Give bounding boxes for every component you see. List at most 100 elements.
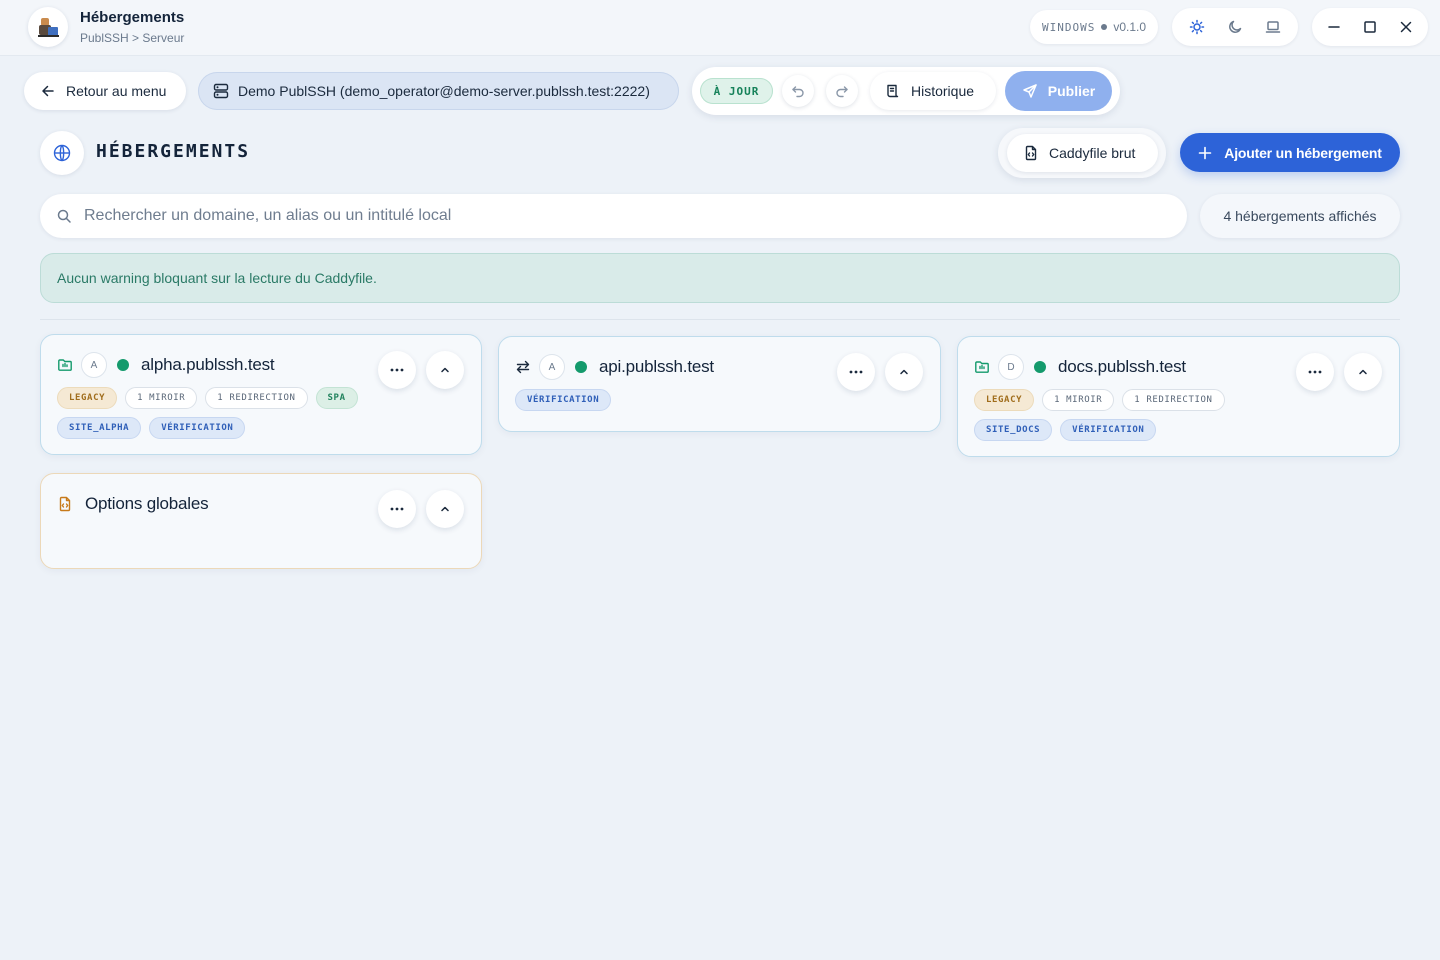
maximize-icon [1364,21,1376,33]
global-options-card[interactable]: Options globales [40,473,482,569]
redo-button[interactable] [826,75,858,107]
card-domain: api.publssh.test [599,357,714,376]
card-more-button[interactable] [378,490,416,528]
tag-redirect-count: 1 REDIRECTION [1122,389,1225,411]
minimize-icon [1328,26,1340,28]
card-header: A api.publssh.test [515,353,714,381]
theme-switcher [1172,8,1298,46]
publish-button[interactable]: Publier [1005,71,1112,111]
tag-verification: VÉRIFICATION [149,417,246,439]
record-type-badge: A [539,354,565,380]
sync-status-badge: À JOUR [700,78,773,104]
more-icon [390,507,404,511]
folder-site-icon [58,359,72,371]
record-type-badge: A [81,352,107,378]
version-label: v0.1.0 [1113,20,1147,34]
card-collapse-button[interactable] [885,353,923,391]
search-icon [57,209,71,223]
window-controls [1312,8,1428,46]
dark-theme-button[interactable] [1220,12,1250,42]
card-tags: VÉRIFICATION [515,389,612,411]
send-icon [1023,84,1037,98]
card-header: D docs.publssh.test [974,353,1186,381]
tag-legacy: LEGACY [57,387,118,409]
card-more-button[interactable] [1296,353,1334,391]
back-to-menu-button[interactable]: Retour au menu [24,72,186,110]
card-collapse-button[interactable] [1344,353,1382,391]
parse-status-banner: Aucun warning bloquant sur la lecture du… [40,253,1400,303]
close-icon [1400,21,1412,33]
card-title: Options globales [85,494,209,513]
history-label: Historique [911,83,975,99]
sun-icon [1189,19,1205,35]
minimize-button[interactable] [1319,12,1349,42]
card-header: Options globales [57,490,209,518]
tag-verification: VÉRIFICATION [515,389,612,411]
raw-caddyfile-button[interactable]: Caddyfile brut [1007,134,1158,172]
server-selector[interactable]: Demo PublSSH (demo_operator@demo-server.… [198,72,679,110]
record-type-badge: D [998,354,1024,380]
app-logo-icon [38,18,59,37]
card-tags: SITE_DOCS VÉRIFICATION [974,419,1157,441]
plus-icon [1198,146,1212,159]
online-status-dot [117,359,129,371]
moon-icon [1229,20,1242,33]
card-more-button[interactable] [837,353,875,391]
app-logo [28,7,68,47]
separator-dot [1101,24,1108,30]
file-code-icon [1025,145,1037,161]
light-theme-button[interactable] [1182,12,1212,42]
online-status-dot [575,361,587,373]
add-hosting-label: Ajouter un hébergement [1224,144,1382,161]
breadcrumb: PublSSH > Serveur [80,31,185,45]
server-icon [213,83,229,99]
arrow-left-icon [42,85,54,97]
search-input[interactable] [84,207,1171,225]
card-domain: docs.publssh.test [1058,357,1186,376]
tag-site-name: SITE_ALPHA [57,417,142,439]
back-to-menu-label: Retour au menu [66,83,167,99]
scroll-icon [887,84,899,98]
arrows-exchange-icon [516,360,530,374]
server-label: Demo PublSSH (demo_operator@demo-server.… [238,83,650,99]
more-icon [849,370,863,374]
platform-badge: WINDOWS v0.1.0 [1030,10,1158,44]
tag-mirror-count: 1 MIROIR [125,387,198,409]
title-bar: Hébergements PublSSH > Serveur WINDOWS v… [0,0,1440,56]
section-icon-badge [40,131,84,175]
chevron-up-icon [900,369,908,375]
tag-redirect-count: 1 REDIRECTION [205,387,308,409]
tag-legacy: LEGACY [974,389,1035,411]
card-more-button[interactable] [378,351,416,389]
globe-icon [53,144,71,162]
search-bar [40,194,1187,238]
chevron-up-icon [1359,369,1367,375]
raw-caddyfile-label: Caddyfile brut [1049,145,1136,161]
results-count: 4 hébergements affichés [1200,194,1400,238]
laptop-icon [1265,21,1281,33]
tag-spa: SPA [315,387,358,409]
maximize-button[interactable] [1355,12,1385,42]
undo-icon [792,86,804,98]
file-code-icon [59,496,71,512]
online-status-dot [1034,361,1046,373]
hosting-card-docs[interactable]: D docs.publssh.test LEGACY 1 MIROIR 1 RE… [957,336,1400,457]
more-icon [390,368,404,372]
history-button[interactable]: Historique [870,72,996,110]
parse-status-text: Aucun warning bloquant sur la lecture du… [57,270,377,286]
card-tags: SITE_ALPHA VÉRIFICATION [57,417,246,439]
tag-mirror-count: 1 MIROIR [1042,389,1115,411]
hosting-card-alpha[interactable]: A alpha.publssh.test LEGACY 1 MIROIR 1 R… [40,334,482,455]
system-theme-button[interactable] [1258,12,1288,42]
card-collapse-button[interactable] [426,351,464,389]
folder-site-icon [975,361,989,373]
chevron-up-icon [441,367,449,373]
add-hosting-button[interactable]: Ajouter un hébergement [1180,133,1400,172]
close-button[interactable] [1391,12,1421,42]
hosting-card-api[interactable]: A api.publssh.test VÉRIFICATION [498,336,941,432]
divider [40,319,1400,320]
page-title: HÉBERGEMENTS [96,141,251,162]
chevron-up-icon [441,506,449,512]
card-collapse-button[interactable] [426,490,464,528]
undo-button[interactable] [782,75,814,107]
